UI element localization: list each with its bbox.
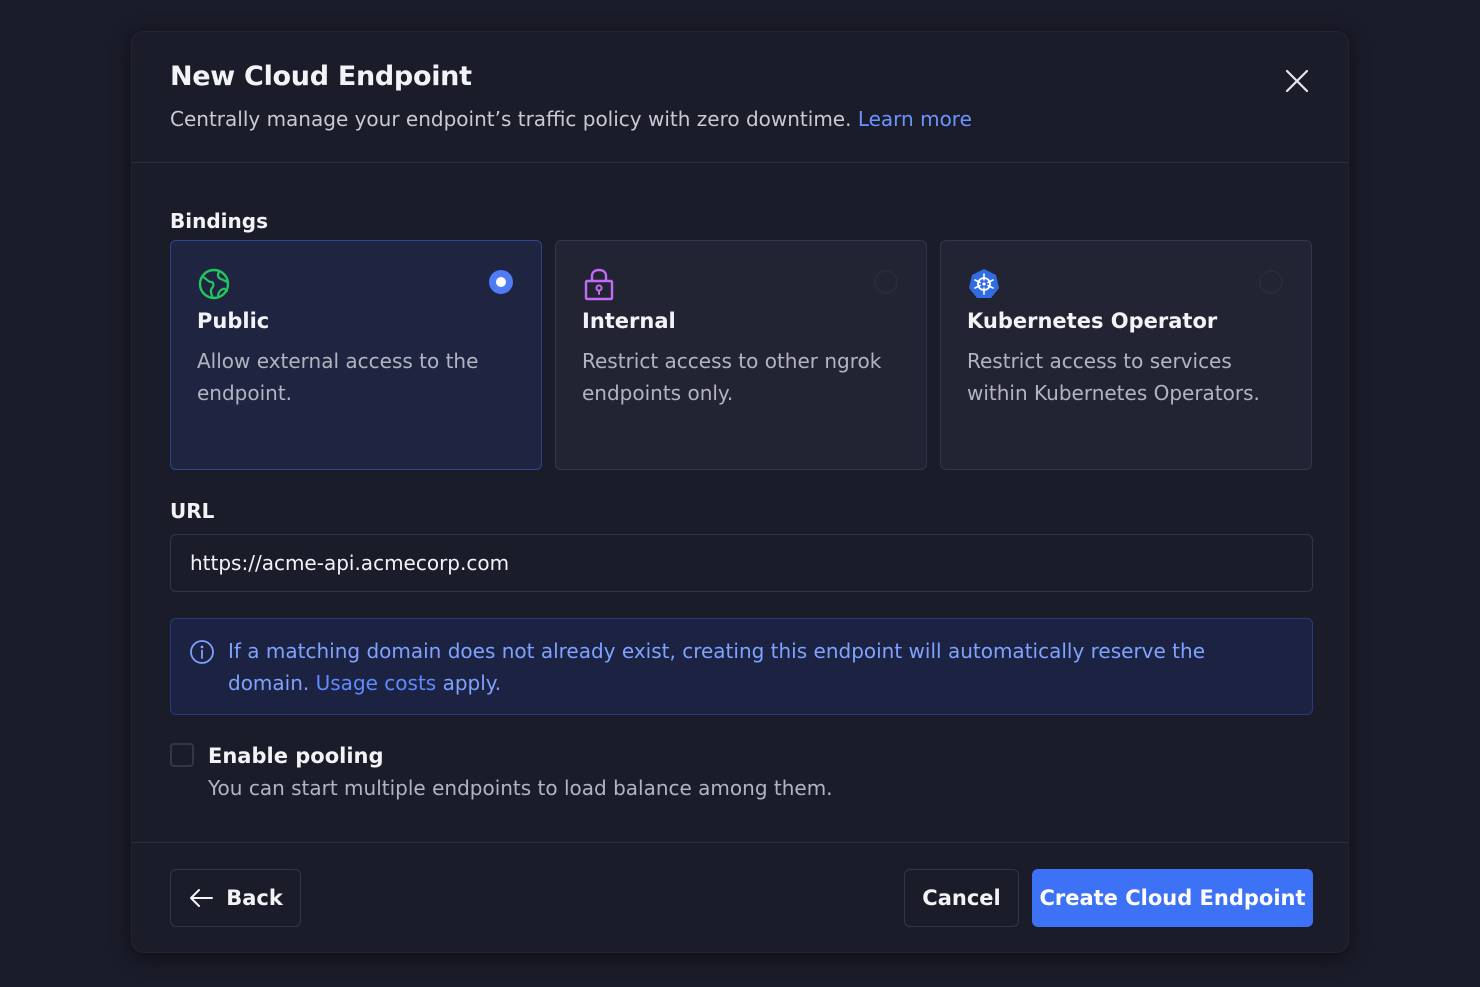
binding-title: Kubernetes Operator <box>967 309 1218 333</box>
back-label: Back <box>226 886 283 910</box>
learn-more-link[interactable]: Learn more <box>858 107 972 131</box>
bindings-label: Bindings <box>170 209 268 233</box>
binding-description: Allow external access to the endpoint. <box>197 349 479 405</box>
kubernetes-icon <box>969 269 999 298</box>
url-input[interactable] <box>170 534 1313 592</box>
close-button[interactable] <box>1284 68 1310 94</box>
enable-pooling-checkbox[interactable] <box>170 743 194 767</box>
binding-description: Restrict access to services within Kuber… <box>967 349 1260 405</box>
dialog-header: New Cloud Endpoint Centrally manage your… <box>132 32 1348 163</box>
url-label: URL <box>170 499 215 523</box>
bindings-options: Public Allow external access to the endp… <box>170 240 1313 471</box>
back-button[interactable]: Back <box>170 869 301 927</box>
binding-title: Public <box>197 309 270 333</box>
binding-option-internal[interactable]: Internal Restrict access to other ngrok … <box>555 240 927 470</box>
radio-kubernetes-operator[interactable] <box>1259 270 1283 294</box>
globe-icon <box>198 268 230 300</box>
cancel-button[interactable]: Cancel <box>904 869 1019 927</box>
binding-option-kubernetes-operator[interactable]: Kubernetes Operator Restrict access to s… <box>940 240 1312 470</box>
binding-option-public[interactable]: Public Allow external access to the endp… <box>170 240 542 470</box>
pooling-title[interactable]: Enable pooling <box>208 740 384 772</box>
dialog-subtitle-text: Centrally manage your endpoint’s traffic… <box>170 107 852 131</box>
radio-public[interactable] <box>489 270 513 294</box>
lock-icon <box>584 268 614 301</box>
info-icon <box>190 640 214 664</box>
usage-costs-link[interactable]: Usage costs <box>316 671 437 695</box>
domain-reservation-notice: If a matching domain does not already ex… <box>170 618 1313 715</box>
create-cloud-endpoint-button[interactable]: Create Cloud Endpoint <box>1032 869 1313 927</box>
close-icon <box>1285 69 1309 93</box>
dialog-footer: Back Cancel Create Cloud Endpoint <box>132 842 1348 952</box>
arrow-left-icon <box>190 889 214 907</box>
dialog-subtitle: Centrally manage your endpoint’s traffic… <box>170 106 1310 132</box>
dialog-title: New Cloud Endpoint <box>170 61 472 92</box>
notice-suffix: apply. <box>442 671 502 695</box>
binding-title: Internal <box>582 309 676 333</box>
new-cloud-endpoint-dialog: New Cloud Endpoint Centrally manage your… <box>132 32 1348 952</box>
binding-description: Restrict access to other ngrok endpoints… <box>582 349 882 405</box>
radio-internal[interactable] <box>874 270 898 294</box>
pooling-description: You can start multiple endpoints to load… <box>208 776 833 800</box>
